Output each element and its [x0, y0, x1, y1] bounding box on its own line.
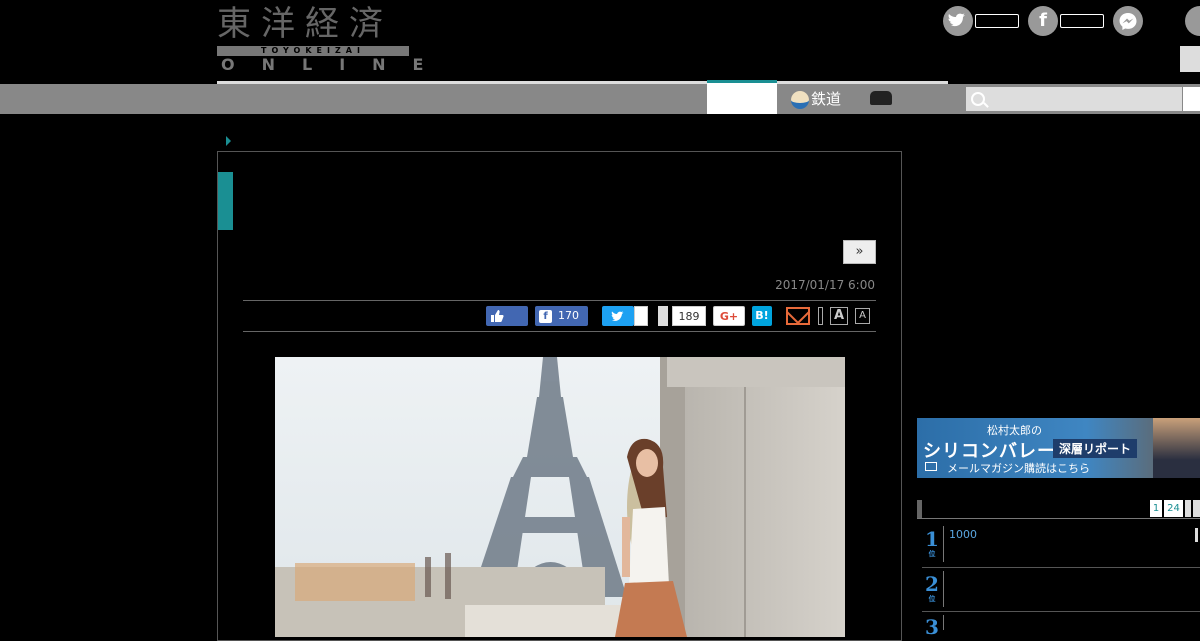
rank-unit: 位: [928, 594, 936, 603]
facebook-icon: f: [1028, 6, 1058, 36]
ranking-number-2: 2位: [925, 573, 939, 603]
thumbs-up-icon: [491, 310, 504, 322]
car-icon[interactable]: [870, 91, 892, 105]
line-icon[interactable]: [1185, 6, 1200, 36]
twitter-icon: [943, 6, 973, 36]
ranking-number-3: 3: [925, 616, 939, 638]
article-title-accent: [218, 172, 233, 230]
ranking-item-1-thumb[interactable]: [1195, 528, 1198, 542]
train-icon: [791, 90, 809, 109]
ranking-divider: [943, 571, 944, 607]
rank-value: 1: [925, 527, 939, 551]
facebook-share-header[interactable]: f: [1028, 6, 1106, 36]
search-icon: [971, 92, 985, 106]
share-bar-top-rule: [243, 300, 876, 301]
twitter-icon: [611, 311, 624, 321]
twitter-count-box: [634, 306, 648, 326]
twitter-share-button[interactable]: [602, 306, 634, 326]
newsletter-banner[interactable]: 松村太郎の シリコンバレー 深層リポート メールマガジン購読はこちら: [917, 418, 1200, 478]
logo-kanji: 東洋経済: [217, 4, 393, 44]
ranking-divider: [943, 526, 944, 562]
ranking-divider: [943, 615, 944, 630]
ranking-rule: [917, 518, 1200, 519]
nav-tab-active[interactable]: [707, 80, 777, 114]
banner-cta: メールマガジン購読はこちら: [947, 462, 1090, 475]
ranking-number-1: 1位: [925, 528, 939, 558]
ranking-tab-monthly[interactable]: [1193, 500, 1200, 517]
ranking-separator: [922, 611, 1200, 612]
next-page-button[interactable]: »: [843, 240, 876, 264]
rank-value: 3: [925, 615, 939, 639]
article-date: 2017/01/17 6:00: [775, 278, 875, 292]
facebook-share-button[interactable]: f 170: [535, 306, 588, 326]
logo-online: ONLINE: [221, 55, 451, 74]
facebook-like-button[interactable]: [486, 306, 528, 326]
ranking-tab-1h[interactable]: 1: [1150, 500, 1162, 517]
nav-top-rule: [217, 81, 948, 84]
banner-tag: 深層リポート: [1053, 439, 1138, 458]
twitter-count-box: [975, 14, 1019, 28]
rank-value: 2: [925, 572, 939, 596]
search-button[interactable]: [1183, 87, 1200, 111]
breadcrumb-arrow-icon: [226, 136, 231, 146]
font-size-large-button[interactable]: A: [830, 307, 848, 325]
article-photo: [275, 357, 845, 637]
share-bar-bottom-rule: [243, 331, 876, 332]
pocket-button[interactable]: [658, 306, 668, 326]
facebook-icon: f: [539, 309, 552, 323]
ranking-tab-24h[interactable]: 24: [1164, 500, 1183, 517]
header-login-button[interactable]: [1180, 46, 1200, 72]
banner-author: 松村太郎の: [987, 424, 1042, 437]
ranking-item-1-title[interactable]: 1000: [949, 528, 977, 541]
ranking-separator: [922, 567, 1200, 568]
rank-unit: 位: [928, 549, 936, 558]
pocket-count: 189: [672, 306, 706, 326]
mail-icon[interactable]: [786, 307, 810, 325]
mail-icon: [925, 462, 937, 471]
facebook-share-count: 170: [558, 309, 579, 322]
nav-tab-railway[interactable]: 鉄道: [791, 88, 841, 110]
google-plus-button[interactable]: G+: [713, 306, 745, 326]
twitter-share-header[interactable]: [943, 6, 1021, 36]
site-logo[interactable]: 東洋経済 TOYOKEIZAI ONLINE: [217, 4, 423, 74]
font-size-small-button[interactable]: A: [855, 308, 870, 324]
messenger-icon[interactable]: [1113, 6, 1143, 36]
ranking-header-accent: [917, 500, 922, 518]
nav-tab-railway-label: 鉄道: [811, 90, 842, 108]
print-button[interactable]: [818, 307, 823, 325]
hatena-bookmark-button[interactable]: B!: [752, 306, 772, 326]
ranking-tab-weekly[interactable]: [1185, 500, 1191, 517]
author-photo: [1153, 418, 1200, 478]
facebook-count-box: [1060, 14, 1104, 28]
search-input[interactable]: [966, 87, 1182, 111]
